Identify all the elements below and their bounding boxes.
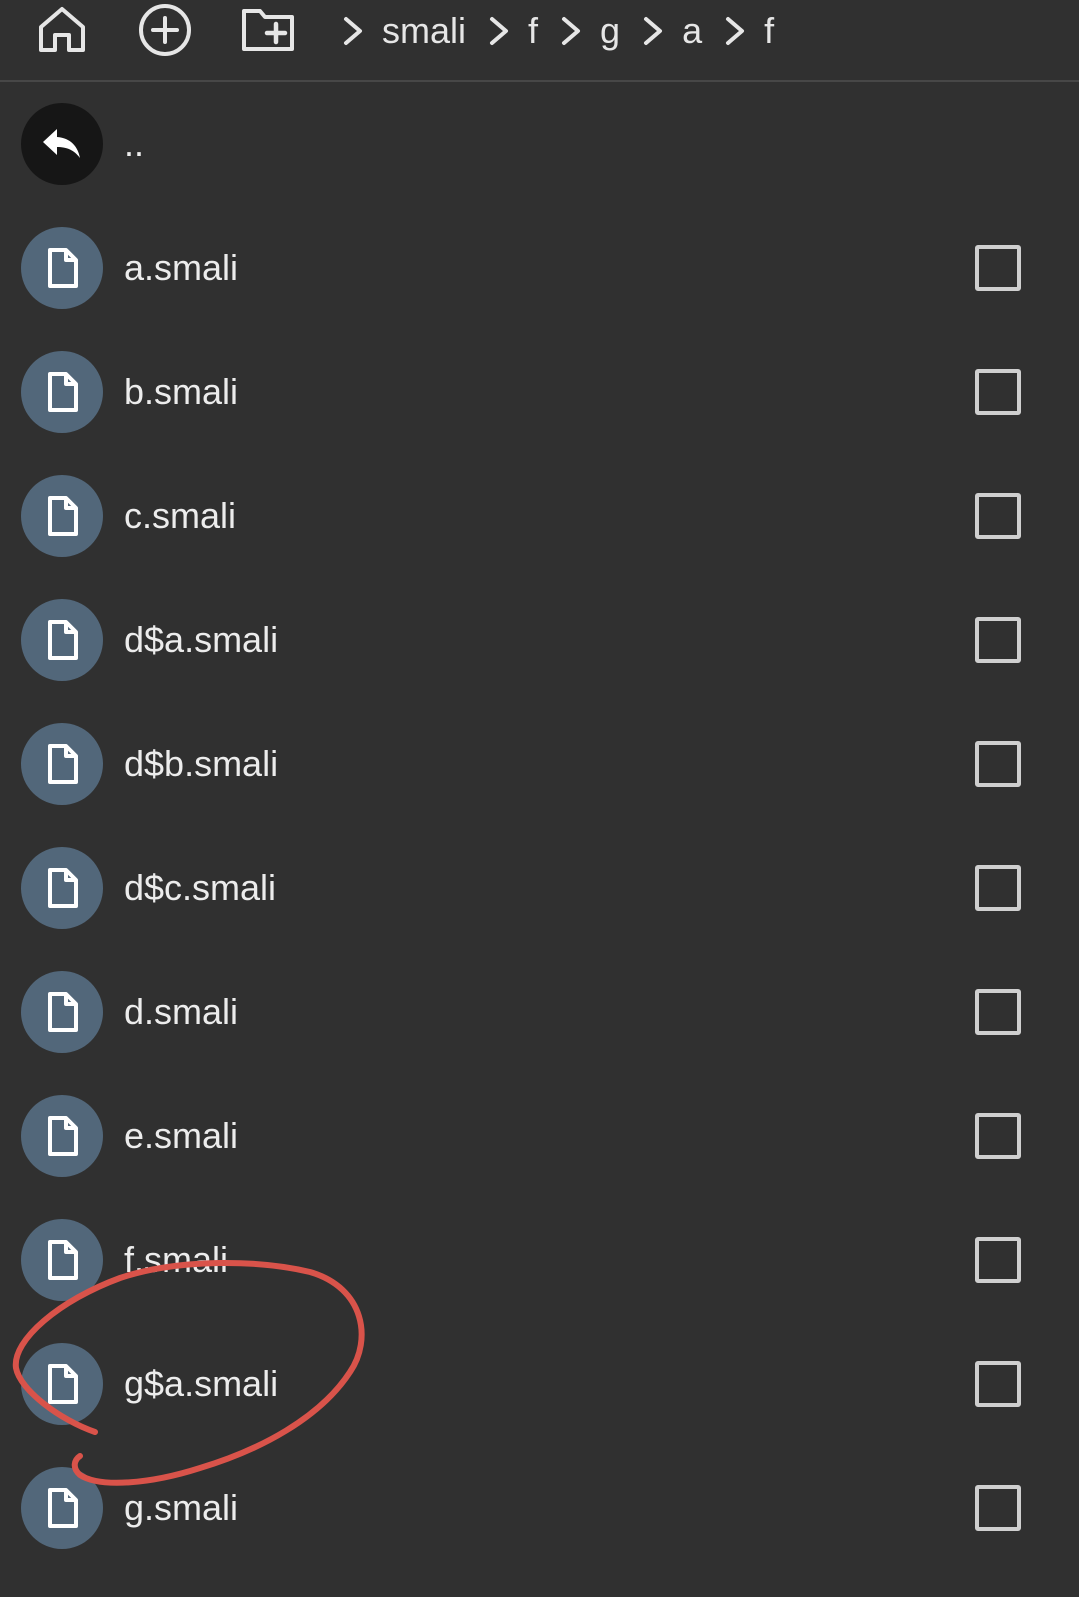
select-checkbox[interactable]	[975, 1237, 1021, 1283]
breadcrumb: smali f g a f	[340, 6, 794, 56]
file-name: f.smali	[124, 1239, 229, 1280]
file-icon	[21, 599, 103, 681]
select-checkbox[interactable]	[975, 865, 1021, 911]
chevron-right-icon	[640, 11, 666, 51]
chevron-right-icon	[486, 11, 512, 51]
list-item[interactable]: a.smali	[0, 206, 1079, 330]
file-name: b.smali	[124, 371, 239, 412]
list-item[interactable]: f.smali	[0, 1198, 1079, 1322]
file-name: c.smali	[124, 495, 237, 536]
new-folder-icon[interactable]	[240, 2, 296, 58]
list-item[interactable]: g$a.smali	[0, 1322, 1079, 1446]
select-checkbox[interactable]	[975, 989, 1021, 1035]
select-checkbox[interactable]	[975, 369, 1021, 415]
chevron-right-icon	[722, 11, 748, 51]
select-checkbox[interactable]	[975, 493, 1021, 539]
breadcrumb-item-f-current[interactable]: f	[764, 6, 774, 56]
file-icon	[21, 723, 103, 805]
file-icon	[21, 227, 103, 309]
select-checkbox[interactable]	[975, 741, 1021, 787]
file-name: a.smali	[124, 247, 239, 288]
back-arrow-icon	[21, 103, 103, 185]
file-name: d.smali	[124, 991, 239, 1032]
breadcrumb-item-smali[interactable]: smali	[382, 6, 466, 56]
file-name: d$b.smali	[124, 743, 279, 784]
select-checkbox[interactable]	[975, 617, 1021, 663]
parent-directory-row[interactable]: ..	[0, 82, 1079, 206]
file-icon	[21, 351, 103, 433]
list-item[interactable]: b.smali	[0, 330, 1079, 454]
breadcrumb-item-g[interactable]: g	[600, 6, 620, 56]
select-checkbox[interactable]	[975, 1361, 1021, 1407]
file-icon	[21, 475, 103, 557]
list-item[interactable]: g.smali	[0, 1446, 1079, 1570]
chevron-right-icon	[558, 11, 584, 51]
breadcrumb-item-f[interactable]: f	[528, 6, 538, 56]
select-checkbox[interactable]	[975, 245, 1021, 291]
chevron-right-icon	[340, 11, 366, 51]
file-name: d$c.smali	[124, 867, 277, 908]
file-icon	[21, 1219, 103, 1301]
list-item[interactable]: d.smali	[0, 950, 1079, 1074]
file-name: d$a.smali	[124, 619, 279, 660]
add-circle-icon[interactable]	[137, 2, 193, 58]
select-checkbox[interactable]	[975, 1113, 1021, 1159]
file-name: g$a.smali	[124, 1363, 279, 1404]
list-item[interactable]: d$b.smali	[0, 702, 1079, 826]
file-icon	[21, 1343, 103, 1425]
file-icon	[21, 971, 103, 1053]
list-item[interactable]: d$c.smali	[0, 826, 1079, 950]
select-checkbox[interactable]	[975, 1485, 1021, 1531]
list-item[interactable]: c.smali	[0, 454, 1079, 578]
breadcrumb-item-a[interactable]: a	[682, 6, 702, 56]
toolbar: smali f g a f	[0, 0, 1079, 82]
home-icon[interactable]	[34, 2, 90, 58]
list-item[interactable]: e.smali	[0, 1074, 1079, 1198]
file-icon	[21, 1467, 103, 1549]
file-name: g.smali	[124, 1487, 239, 1528]
file-icon	[21, 847, 103, 929]
list-item[interactable]: d$a.smali	[0, 578, 1079, 702]
file-icon	[21, 1095, 103, 1177]
file-name: e.smali	[124, 1115, 239, 1156]
parent-directory-label: ..	[124, 123, 145, 164]
